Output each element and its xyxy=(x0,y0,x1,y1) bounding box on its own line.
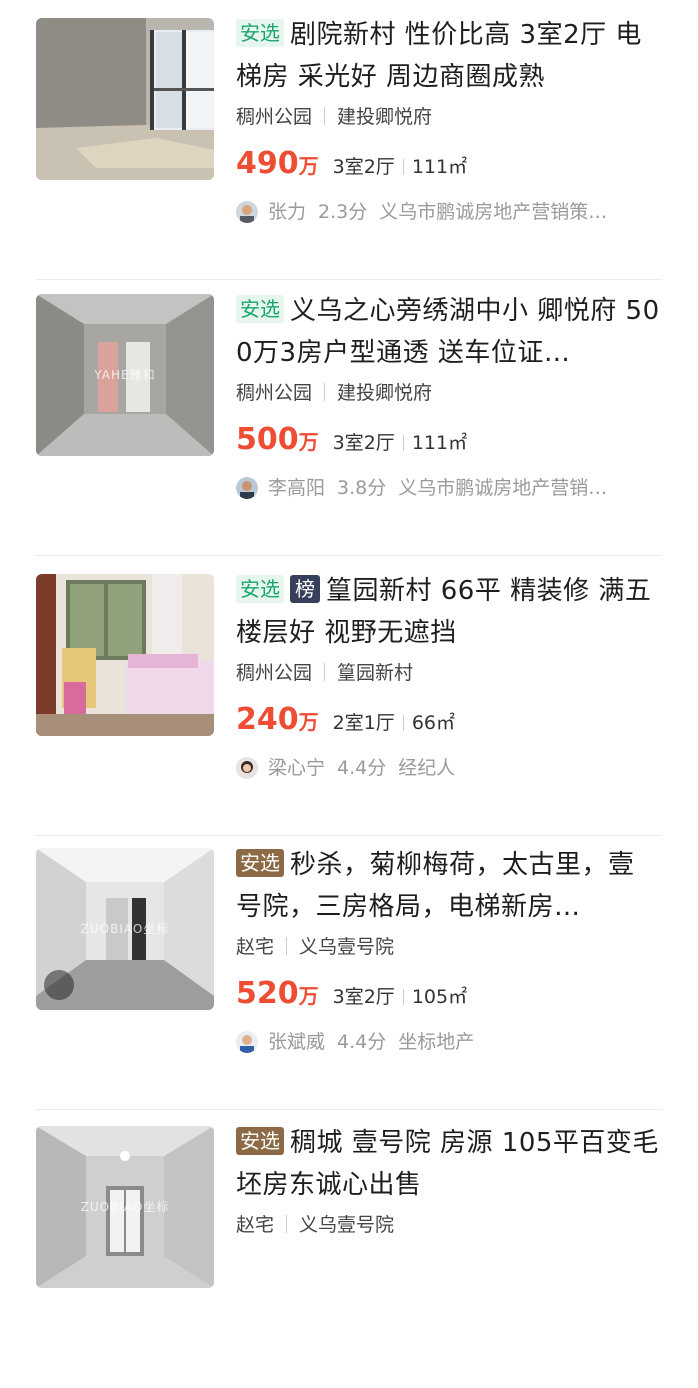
floor-area: 66㎡ xyxy=(411,712,455,734)
price-row: 240万 2室1厅 66㎡ xyxy=(236,702,660,738)
agent-avatar xyxy=(236,477,258,499)
listing-title-text: 秒杀，菊柳梅荷，太古里，壹号院，三房格局，电梯新房… xyxy=(236,850,635,922)
listing-feed: 安选 剧院新村 性价比高 3室2厅 电梯房 采光好 周边商圈成熟 稠州公园 建投卿悦府… xyxy=(0,0,698,1288)
total-price: 490 xyxy=(236,146,299,181)
listing-location: 赵宅 义乌壹号院 xyxy=(236,934,660,960)
photo-watermark: ZUOBIAO坐标 xyxy=(80,922,170,936)
divider xyxy=(286,937,288,955)
floor-area: 111㎡ xyxy=(411,432,468,454)
divider xyxy=(324,663,326,681)
anxuan-badge: 安选 xyxy=(236,1127,284,1155)
vr-tour-icon[interactable] xyxy=(44,970,74,1000)
listing-card[interactable]: 安选 剧院新村 性价比高 3室2厅 电梯房 采光好 周边商圈成熟稠州公园 建投卿悦府… xyxy=(0,0,698,280)
listing-title[interactable]: 安选榜篁园新村 66平 精装修 满五 楼层好 视野无遮挡 xyxy=(236,570,660,654)
total-price: 520 xyxy=(236,976,299,1011)
listing-photo[interactable]: ZUOBIAO坐标 xyxy=(36,848,214,1010)
listing-info: 安选 义乌之心旁绣湖中小 卿悦府 500万3房户型通透 送车位证… 稠州公园 建投卿悦… xyxy=(236,290,660,502)
agent-row[interactable]: 张力 2.3分 义乌市鹏诚房地产营销策… xyxy=(236,198,660,226)
room-layout: 3室2厅 xyxy=(332,432,395,454)
listing-title[interactable]: 安选 剧院新村 性价比高 3室2厅 电梯房 采光好 周边商圈成熟 xyxy=(236,14,660,98)
floor-area: 105㎡ xyxy=(411,986,468,1008)
listing-title-text: 稠城 壹号院 房源 105平百变毛坯房东诚心出售 xyxy=(236,1128,659,1200)
agent-name: 张斌威 xyxy=(268,1031,326,1053)
price-unit: 万 xyxy=(298,984,319,1008)
district-label: 稠州公园 xyxy=(236,382,313,404)
listing-card[interactable]: ZUOBIAO坐标 安选 稠城 壹号院 房源 105平百变毛坯房东诚心出售赵宅 义乌壹… xyxy=(0,1108,698,1388)
listing-info: 安选 秒杀，菊柳梅荷，太古里，壹号院，三房格局，电梯新房… 赵宅 义乌壹号院 520万 3… xyxy=(236,844,660,1056)
listing-photo[interactable]: ZUOBIAO坐标 xyxy=(36,1126,214,1288)
agent-row[interactable]: 张斌威 4.4分 坐标地产 xyxy=(236,1028,660,1056)
ranking-badge: 榜 xyxy=(290,575,320,603)
total-price: 500 xyxy=(236,422,299,457)
listing-card[interactable]: YAHE雅和 安选 义乌之心旁绣湖中小 卿悦府 500万3房户型通透 送车位证… 稠州… xyxy=(0,276,698,556)
district-label: 稠州公园 xyxy=(236,662,313,684)
listing-location: 稠州公园 建投卿悦府 xyxy=(236,104,660,130)
agent-avatar xyxy=(236,757,258,779)
anxuan-badge: 安选 xyxy=(236,295,284,323)
photo-watermark: ZUOBIAO坐标 xyxy=(80,1200,170,1214)
agent-name: 张力 xyxy=(268,201,307,223)
room-layout: 3室2厅 xyxy=(332,156,395,178)
listing-title-text: 剧院新村 性价比高 3室2厅 电梯房 采光好 周边商圈成熟 xyxy=(236,20,642,92)
listing-location: 稠州公园 篁园新村 xyxy=(236,660,660,686)
agent-score: 2.3分 xyxy=(318,201,368,223)
listing-photo[interactable]: YAHE雅和 xyxy=(36,294,214,456)
divider xyxy=(402,159,404,175)
price-row: 520万 3室2厅 105㎡ xyxy=(236,976,660,1012)
price-unit: 万 xyxy=(298,430,319,454)
agent-row[interactable]: 李高阳 3.8分 义乌市鹏诚房地产营销… xyxy=(236,474,660,502)
agent-score: 4.4分 xyxy=(337,757,387,779)
divider xyxy=(324,383,326,401)
agent-name: 李高阳 xyxy=(268,477,326,499)
total-price: 240 xyxy=(236,702,299,737)
listing-title-text: 义乌之心旁绣湖中小 卿悦府 500万3房户型通透 送车位证… xyxy=(236,296,660,368)
listing-location: 稠州公园 建投卿悦府 xyxy=(236,380,660,406)
community-label: 建投卿悦府 xyxy=(337,106,433,128)
anxuan-badge: 安选 xyxy=(236,19,284,47)
agent-score: 4.4分 xyxy=(337,1031,387,1053)
district-label: 稠州公园 xyxy=(236,106,313,128)
anxuan-badge: 安选 xyxy=(236,575,284,603)
listing-info: 安选榜篁园新村 66平 精装修 满五 楼层好 视野无遮挡稠州公园 篁园新村 240万… xyxy=(236,570,660,782)
listing-card[interactable]: ZUOBIAO坐标 安选 秒杀，菊柳梅荷，太古里，壹号院，三房格局，电梯新房… 赵宅 义… xyxy=(0,830,698,1110)
photo-watermark: YAHE雅和 xyxy=(94,368,156,382)
listing-title[interactable]: 安选 秒杀，菊柳梅荷，太古里，壹号院，三房格局，电梯新房… xyxy=(236,844,660,928)
community-label: 义乌壹号院 xyxy=(299,1214,395,1236)
listing-card[interactable]: 安选榜篁园新村 66平 精装修 满五 楼层好 视野无遮挡稠州公园 篁园新村 240万… xyxy=(0,556,698,836)
room-layout: 3室2厅 xyxy=(332,986,395,1008)
community-label: 篁园新村 xyxy=(337,662,414,684)
listing-title[interactable]: 安选 稠城 壹号院 房源 105平百变毛坯房东诚心出售 xyxy=(236,1122,660,1206)
listing-photo[interactable] xyxy=(36,574,214,736)
agent-row[interactable]: 梁心宁 4.4分 经纪人 xyxy=(236,754,660,782)
agency-name: 义乌市鹏诚房地产营销… xyxy=(398,477,608,499)
agency-name: 经纪人 xyxy=(398,757,456,779)
agent-avatar xyxy=(236,1031,258,1053)
divider xyxy=(402,715,404,731)
listing-info: 安选 稠城 壹号院 房源 105平百变毛坯房东诚心出售赵宅 义乌壹号院 xyxy=(236,1122,660,1238)
agent-avatar xyxy=(236,201,258,223)
price-row: 490万 3室2厅 111㎡ xyxy=(236,146,660,182)
district-label: 赵宅 xyxy=(236,936,275,958)
listing-photo[interactable] xyxy=(36,18,214,180)
divider xyxy=(324,107,326,125)
community-label: 建投卿悦府 xyxy=(337,382,433,404)
listing-info: 安选 剧院新村 性价比高 3室2厅 电梯房 采光好 周边商圈成熟稠州公园 建投卿悦府… xyxy=(236,14,660,226)
district-label: 赵宅 xyxy=(236,1214,275,1236)
agent-score: 3.8分 xyxy=(337,477,387,499)
agent-name: 梁心宁 xyxy=(268,757,326,779)
anxuan-badge: 安选 xyxy=(236,849,284,877)
price-unit: 万 xyxy=(298,710,319,734)
price-unit: 万 xyxy=(298,154,319,178)
listing-title[interactable]: 安选 义乌之心旁绣湖中小 卿悦府 500万3房户型通透 送车位证… xyxy=(236,290,660,374)
floor-area: 111㎡ xyxy=(411,156,468,178)
divider xyxy=(402,435,404,451)
room-layout: 2室1厅 xyxy=(332,712,395,734)
listing-location: 赵宅 义乌壹号院 xyxy=(236,1212,660,1238)
agency-name: 坐标地产 xyxy=(398,1031,475,1053)
agency-name: 义乌市鹏诚房地产营销策… xyxy=(379,201,608,223)
divider xyxy=(286,1215,288,1233)
community-label: 义乌壹号院 xyxy=(299,936,395,958)
price-row: 500万 3室2厅 111㎡ xyxy=(236,422,660,458)
divider xyxy=(402,989,404,1005)
